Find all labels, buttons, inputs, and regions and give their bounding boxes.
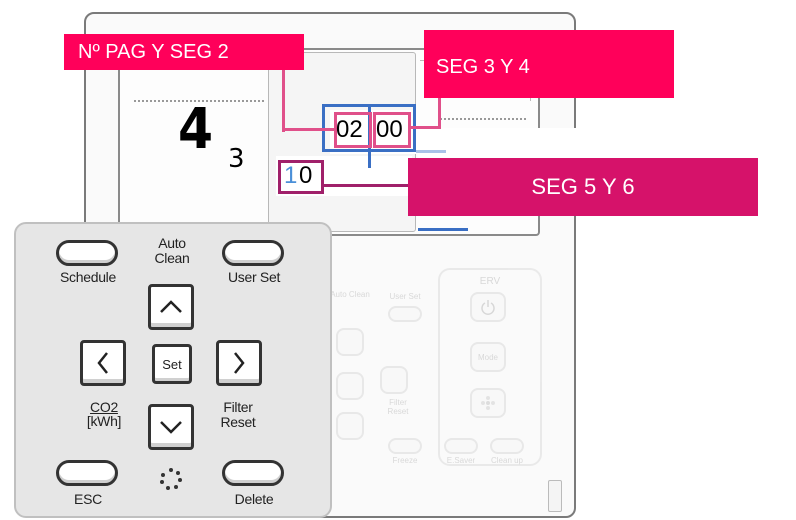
auto-clean-label: Auto Clean: [154, 235, 190, 266]
esaver-label: E.Saver: [446, 456, 476, 465]
faded-filter-reset-label: Filter Reset: [387, 398, 409, 416]
segment-1-digit: 3: [228, 144, 245, 174]
faded-right-button[interactable]: [380, 366, 408, 394]
annotation-seg56: SEG 5 Y 6: [408, 158, 758, 216]
annotation-seg56-text: SEG 5 Y 6: [531, 174, 635, 199]
down-button[interactable]: [148, 404, 194, 450]
erv-mode-button[interactable]: Mode: [470, 342, 506, 372]
faded-user-set-label: User Set: [389, 292, 421, 301]
kwh-label: [kWh]: [86, 413, 122, 429]
segment-3-4-value: 00: [376, 116, 403, 143]
esaver-button[interactable]: [444, 438, 478, 454]
user-set-button[interactable]: [222, 240, 284, 266]
connector-page-vertical: [282, 68, 285, 132]
lcd-dotted-line-right: [440, 118, 526, 120]
segment-5-6-digit-2: 0: [299, 162, 313, 189]
annotation-seg34-text: SEG 3 Y 4: [436, 55, 530, 78]
faded-down-button[interactable]: [336, 412, 364, 440]
clean-up-label: Clean up: [490, 456, 524, 465]
set-button[interactable]: Set: [152, 344, 192, 384]
lcd-blue-bar: [418, 228, 468, 231]
esc-button[interactable]: [56, 460, 118, 486]
arrow-left-icon: [97, 352, 108, 374]
schedule-label: Schedule: [60, 269, 116, 285]
device-side-slot: [548, 480, 562, 512]
up-button[interactable]: [148, 284, 194, 330]
esc-label: ESC: [74, 491, 102, 507]
light-blue-line: [416, 150, 446, 153]
digits-bg-top-right: [418, 128, 614, 158]
right-button[interactable]: [216, 340, 262, 386]
annotation-seg34: SEG 3 Y 4: [424, 30, 674, 98]
segment-5-6-digit-1: 1: [284, 162, 298, 189]
faded-up-button[interactable]: [336, 328, 364, 356]
erv-mode-label: Mode: [477, 352, 498, 362]
erv-label: ERV: [479, 276, 501, 287]
dots-circle-icon: [158, 466, 184, 492]
set-label: Set: [162, 356, 182, 372]
connector-page-horizontal: [282, 128, 336, 131]
left-button[interactable]: [80, 340, 126, 386]
segment-2-value: 02: [336, 116, 363, 143]
faded-auto-clean-label: Auto Clean: [330, 290, 370, 299]
connector-seg34-horizontal: [410, 126, 441, 129]
page-number-digit: 4: [177, 97, 214, 162]
erv-power-button[interactable]: [470, 292, 506, 322]
freeze-label: Freeze: [392, 456, 418, 465]
delete-label: Delete: [234, 491, 274, 507]
connector-seg56-horizontal: [322, 184, 412, 187]
faded-set-button[interactable]: [336, 372, 364, 400]
freeze-button[interactable]: [388, 438, 422, 454]
fan-icon: [481, 396, 495, 410]
schedule-button[interactable]: [56, 240, 118, 266]
annotation-page-seg2: Nº PAG Y SEG 2: [64, 34, 304, 70]
annotation-page-seg2-text: Nº PAG Y SEG 2: [78, 40, 229, 63]
power-icon: [481, 300, 495, 315]
filter-reset-label: Filter Reset: [220, 399, 256, 430]
user-set-label: User Set: [227, 269, 281, 285]
faded-user-set-button[interactable]: [388, 306, 422, 322]
erv-fan-button[interactable]: [470, 388, 506, 418]
faded-button-panel: ERV Mode E.Saver Clean up Freeze User Se…: [330, 262, 560, 502]
delete-button[interactable]: [222, 460, 284, 486]
arrow-right-icon: [234, 352, 245, 374]
arrow-up-icon: [160, 300, 182, 313]
clean-up-button[interactable]: [490, 438, 524, 454]
arrow-down-icon: [160, 421, 182, 434]
